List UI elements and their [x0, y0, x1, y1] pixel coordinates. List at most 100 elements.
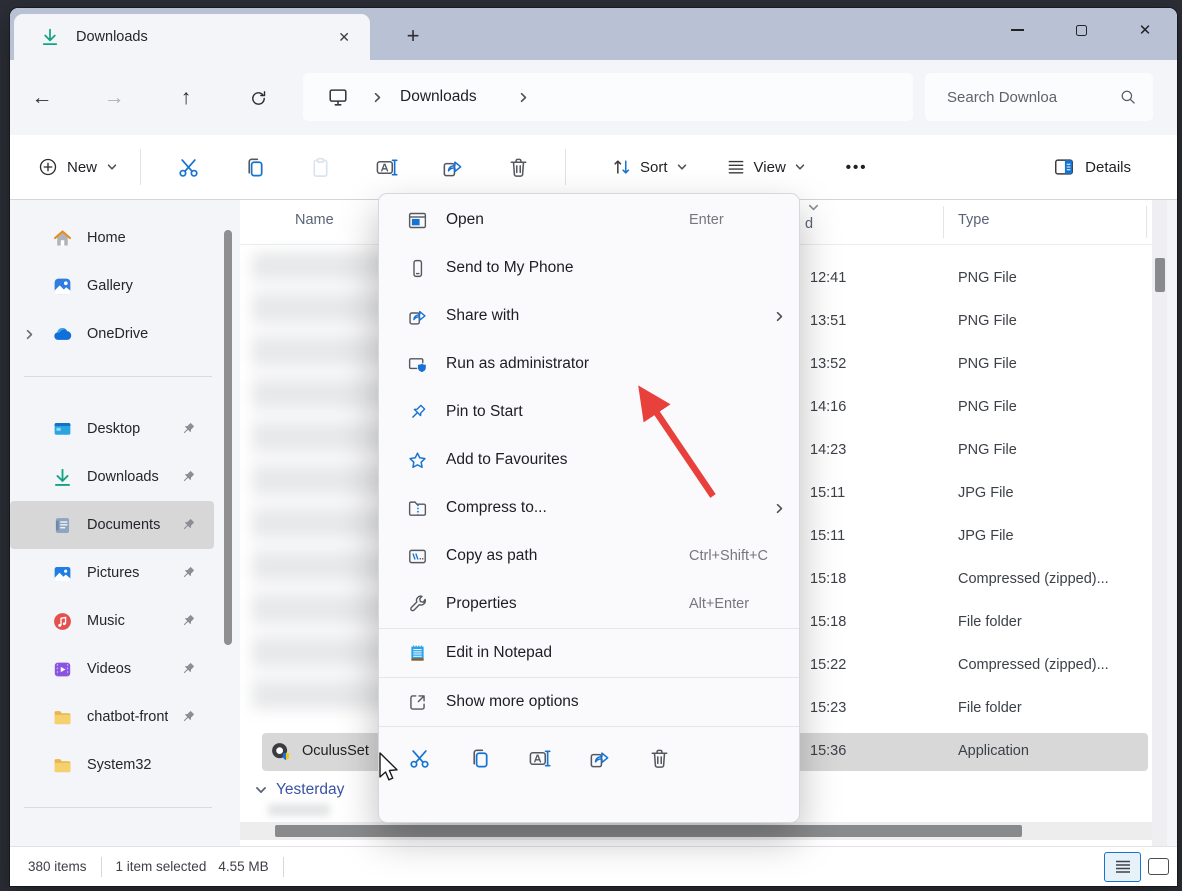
sidebar-item-chatbot-front[interactable]: chatbot-front — [10, 693, 214, 741]
sidebar-item-desktop[interactable]: Desktop — [10, 405, 214, 453]
menu-item-edit-in-notepad[interactable]: Edit in Notepad — [379, 629, 799, 677]
file-type: PNG File — [958, 270, 1017, 286]
maximize-button[interactable] — [1049, 8, 1113, 52]
tab-downloads[interactable]: Downloads ✕ — [14, 14, 370, 60]
menu-item-label: Compress to... — [446, 499, 547, 517]
menu-item-send-to-my-phone[interactable]: Send to My Phone — [379, 244, 799, 292]
back-button[interactable]: ← — [25, 82, 59, 114]
quick-delete-button[interactable] — [639, 738, 679, 778]
zip-folder-icon — [407, 498, 428, 519]
expander-chevron-icon[interactable] — [23, 328, 36, 341]
column-divider[interactable] — [943, 206, 944, 238]
paste-icon — [309, 156, 332, 179]
pin-icon — [180, 613, 196, 629]
rename-button[interactable] — [366, 147, 406, 187]
new-button[interactable]: New — [30, 151, 126, 183]
file-time: 14:16 — [810, 399, 846, 415]
horizontal-scrollbar-thumb[interactable] — [275, 825, 1022, 837]
command-bar: New Sort View ••• Details — [10, 135, 1177, 200]
column-header-date-modified[interactable]: d — [805, 216, 813, 232]
file-type: Application — [958, 743, 1029, 759]
menu-item-label: Add to Favourites — [446, 451, 567, 469]
phone-icon — [407, 258, 428, 279]
column-divider[interactable] — [1146, 206, 1147, 238]
this-pc-icon[interactable] — [327, 86, 349, 108]
home-icon — [52, 228, 73, 249]
more-options-icon — [407, 692, 428, 713]
file-name: OculusSet — [302, 743, 369, 759]
toolbar-separator — [565, 149, 566, 185]
sidebar-item-documents[interactable]: Documents — [10, 501, 214, 549]
toolbar-separator — [140, 149, 141, 185]
list-lines-icon — [1114, 859, 1132, 875]
column-header-type[interactable]: Type — [958, 212, 989, 228]
blurred-file-partial — [268, 804, 330, 816]
more-options-button[interactable]: ••• — [846, 159, 868, 176]
share-icon — [407, 306, 428, 327]
file-time: 14:23 — [810, 442, 846, 458]
sidebar-item-home[interactable]: Home — [10, 214, 214, 262]
sidebar-item-gallery[interactable]: Gallery — [10, 262, 214, 310]
search-placeholder: Search Downloa — [947, 89, 1119, 106]
vertical-scrollbar-thumb[interactable] — [1155, 258, 1165, 292]
search-icon[interactable] — [1119, 88, 1137, 106]
minimize-button[interactable] — [985, 8, 1049, 52]
breadcrumb[interactable]: Downloads — [303, 73, 913, 121]
menu-item-show-more-options[interactable]: Show more options — [379, 678, 799, 726]
details-view-toggle[interactable] — [1104, 852, 1141, 882]
search-input[interactable]: Search Downloa — [925, 73, 1153, 121]
sidebar-item-downloads[interactable]: Downloads — [10, 453, 214, 501]
column-header-name[interactable]: Name — [295, 212, 334, 228]
horizontal-scrollbar[interactable] — [240, 822, 1152, 840]
details-pane-button[interactable]: Details — [1045, 150, 1139, 184]
forward-button[interactable]: → — [97, 82, 131, 114]
close-button[interactable]: ✕ — [1113, 8, 1177, 52]
close-icon: ✕ — [1139, 21, 1152, 39]
menu-item-open[interactable]: OpenEnter — [379, 196, 799, 244]
file-time: 15:18 — [810, 614, 846, 630]
file-time: 12:41 — [810, 270, 846, 286]
quick-rename-button[interactable] — [519, 738, 559, 778]
tab-close-icon[interactable]: ✕ — [332, 27, 356, 48]
delete-button[interactable] — [498, 147, 538, 187]
menu-item-share-with[interactable]: Share with — [379, 292, 799, 340]
sort-button[interactable]: Sort — [606, 151, 694, 183]
paste-button[interactable] — [300, 147, 340, 187]
sidebar-item-system32[interactable]: System32 — [10, 741, 214, 789]
sidebar-item-videos[interactable]: Videos — [10, 645, 214, 693]
sidebar-item-music[interactable]: Music — [10, 597, 214, 645]
sidebar-item-onedrive[interactable]: OneDrive — [10, 310, 214, 358]
cut-button[interactable] — [168, 147, 208, 187]
menu-item-properties[interactable]: PropertiesAlt+Enter — [379, 580, 799, 628]
sidebar-scrollbar[interactable] — [224, 230, 232, 645]
menu-item-copy-as-path[interactable]: Copy as pathCtrl+Shift+C — [379, 532, 799, 580]
vertical-scrollbar[interactable] — [1152, 200, 1167, 846]
titlebar[interactable]: Downloads ✕ + ✕ — [10, 8, 1177, 60]
sidebar-item-label: Downloads — [87, 469, 159, 485]
up-button[interactable]: ↑ — [169, 82, 203, 114]
cut-icon — [177, 156, 200, 179]
share-button[interactable] — [432, 147, 472, 187]
delete-icon — [507, 156, 530, 179]
breadcrumb-item-downloads[interactable]: Downloads — [400, 88, 477, 106]
sidebar-item-pictures[interactable]: Pictures — [10, 549, 214, 597]
pin-icon — [180, 565, 196, 581]
icons-view-toggle[interactable] — [1148, 858, 1169, 875]
refresh-button[interactable] — [241, 82, 275, 114]
view-button[interactable]: View — [720, 151, 812, 183]
menu-item-run-as-administrator[interactable]: Run as administrator — [379, 340, 799, 388]
pin-icon — [180, 469, 196, 485]
menu-item-pin-to-start[interactable]: Pin to Start — [379, 388, 799, 436]
menu-item-compress-to[interactable]: Compress to... — [379, 484, 799, 532]
file-time: 15:22 — [810, 657, 846, 673]
quick-cut-button[interactable] — [399, 738, 439, 778]
group-header-yesterday[interactable]: Yesterday — [240, 772, 344, 808]
new-tab-button[interactable]: + — [396, 20, 430, 52]
quick-share-button[interactable] — [579, 738, 619, 778]
file-explorer-window: Downloads ✕ + ✕ ← → ↑ Downloads Search D… — [10, 8, 1177, 886]
window-controls: ✕ — [985, 8, 1177, 52]
quick-copy-button[interactable] — [459, 738, 499, 778]
file-type: Compressed (zipped)... — [958, 571, 1109, 587]
copy-button[interactable] — [234, 147, 274, 187]
menu-item-add-to-favourites[interactable]: Add to Favourites — [379, 436, 799, 484]
